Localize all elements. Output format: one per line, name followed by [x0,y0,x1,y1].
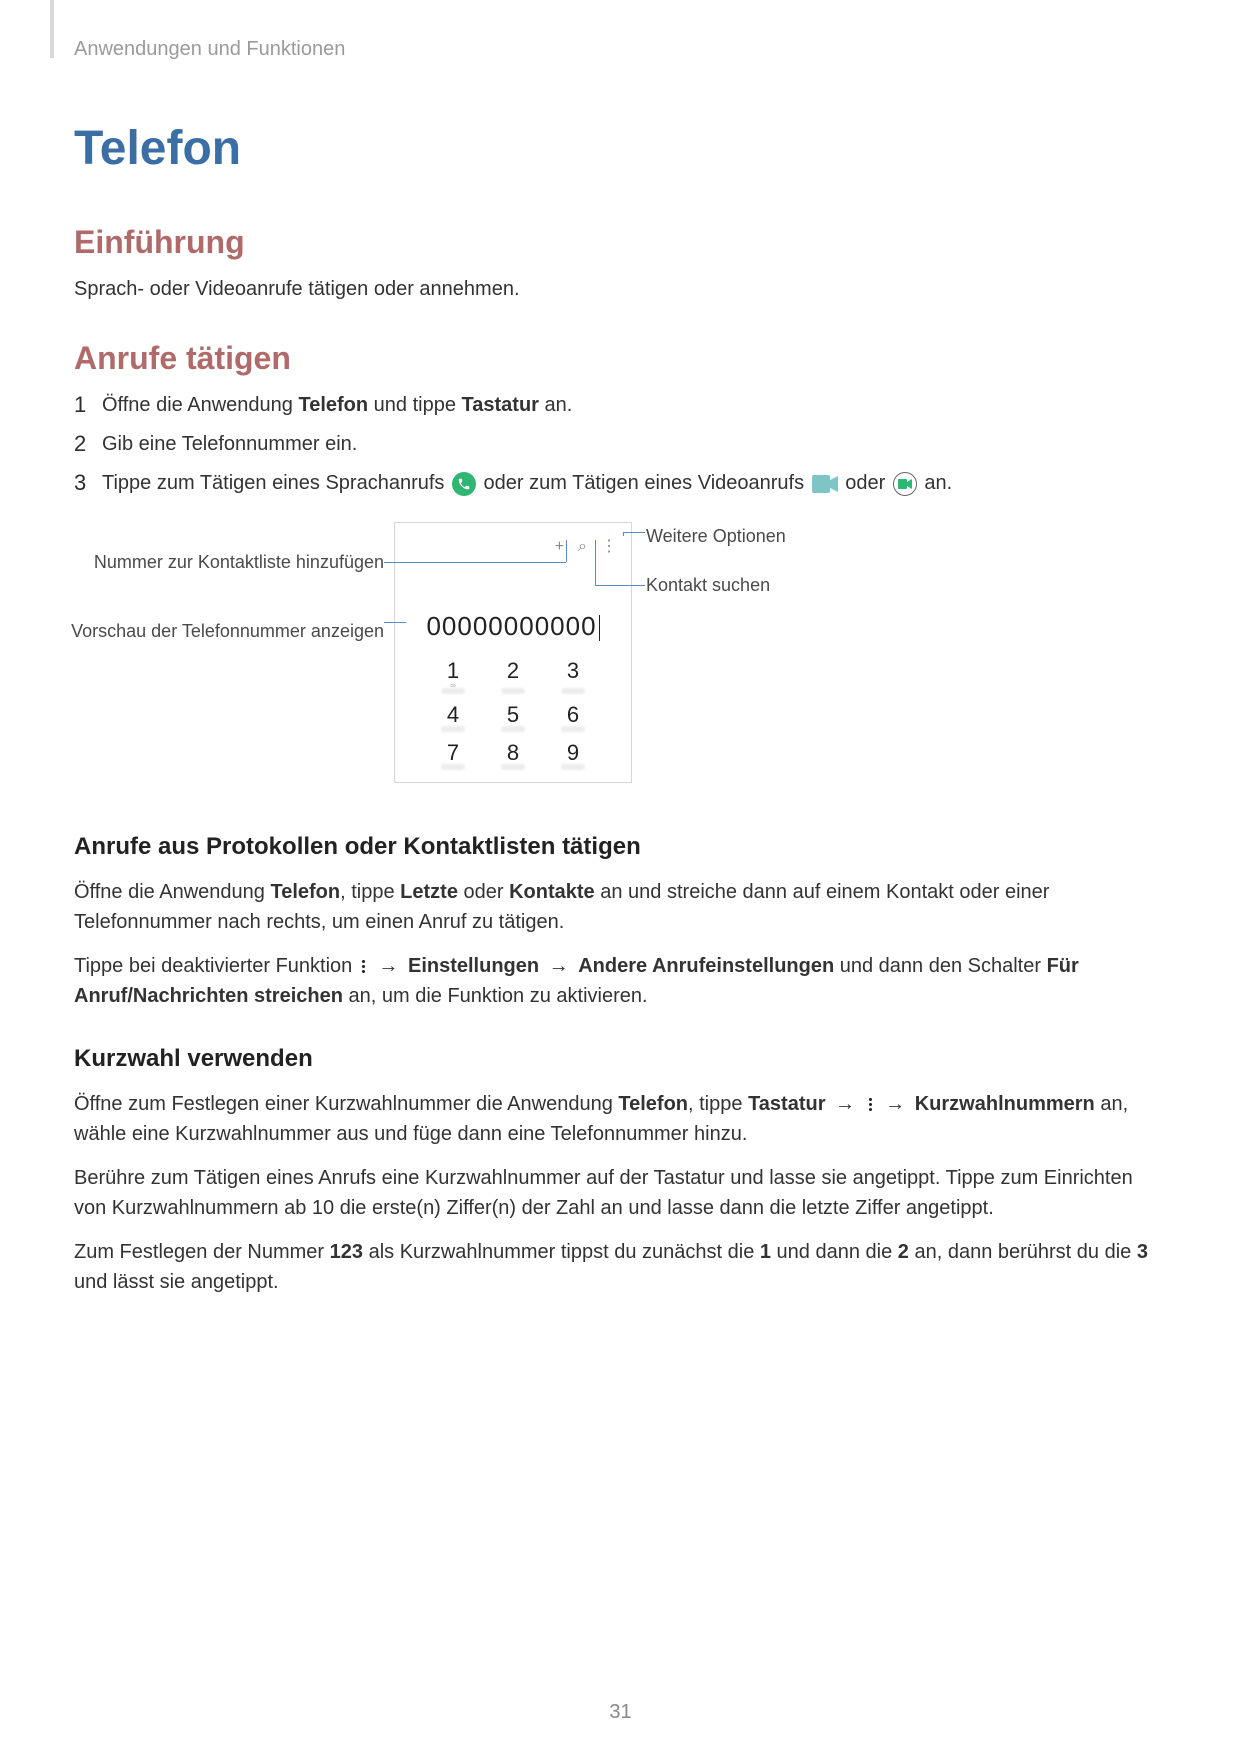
key-5[interactable]: 5 [483,702,543,728]
bold-text: 123 [330,1241,363,1263]
bold-text: Tastatur [748,1093,825,1115]
video-icon [812,475,838,493]
figure-dialer: Nummer zur Kontaktliste hinzufügen Vorsc… [74,522,1167,783]
plus-icon[interactable]: + [555,539,564,555]
bold-text: Telefon [618,1093,688,1115]
key-1[interactable]: 1∞ [423,658,483,690]
bold-text: Tastatur [462,394,539,416]
text: als Kurzwahlnummer tippst du zunächst di… [363,1241,760,1263]
text: an, dann berührst du die [909,1241,1137,1263]
arrow: → [885,1093,905,1115]
steps-list: 1 Öffne die Anwendung Telefon und tippe … [74,391,1167,498]
section-heading-calls: Anrufe tätigen [74,340,1167,377]
connector [595,585,645,586]
video-outline-icon [893,472,917,496]
text: an, um die Funktion zu aktivieren. [343,985,648,1007]
callout-search-contact: Kontakt suchen [646,575,786,596]
side-rule [50,0,54,58]
connector [623,532,645,533]
more-icon[interactable]: ⋮ [601,539,617,555]
key-label: 1 [447,658,459,683]
text: Öffne die Anwendung [74,881,270,903]
text: an. [924,472,952,494]
step-number: 1 [74,391,102,420]
subsection-heading-logs: Anrufe aus Protokollen oder Kontaktliste… [74,833,1167,861]
connector [384,622,406,623]
para: Öffne die Anwendung Telefon, tippe Letzt… [74,877,1167,937]
bold-text: Telefon [270,881,340,903]
text: Öffne die Anwendung [102,394,298,416]
text: Tippe zum Tätigen eines Sprachanrufs [102,472,450,494]
para: Öffne zum Festlegen einer Kurzwahlnummer… [74,1089,1167,1149]
text: und dann den Schalter [834,955,1046,977]
step-text: Tippe zum Tätigen eines Sprachanrufs ode… [102,469,952,498]
arrow: → [549,955,569,977]
step-1: 1 Öffne die Anwendung Telefon und tippe … [74,391,1167,420]
para: Berühre zum Tätigen eines Anrufs eine Ku… [74,1163,1167,1223]
keypad: 1∞ 2 3 4 5 6 7 8 9 [395,658,631,766]
bold-text: Andere Anrufeinstellungen [578,955,834,977]
text: Tippe bei deaktivierter Funktion [74,955,358,977]
para: Zum Festlegen der Nummer 123 als Kurzwah… [74,1237,1167,1297]
callout-add-contact: Nummer zur Kontaktliste hinzufügen [94,552,384,573]
more-icon [360,960,367,973]
text: und lässt sie angetippt. [74,1271,279,1293]
step-number: 3 [74,469,102,498]
step-text: Öffne die Anwendung Telefon und tippe Ta… [102,391,572,420]
page-title: Telefon [74,121,1167,176]
call-icon [452,472,476,496]
section-heading-intro: Einführung [74,224,1167,261]
key-6[interactable]: 6 [543,702,603,728]
text: Öffne zum Festlegen einer Kurzwahlnummer… [74,1093,618,1115]
bold-text: 1 [760,1241,771,1263]
arrow: → [835,1093,855,1115]
bold-text: Letzte [400,881,458,903]
arrow: → [378,955,398,977]
running-head: Anwendungen und Funktionen [74,38,1167,61]
step-2: 2 Gib eine Telefonnummer ein. [74,430,1167,459]
callout-preview-number: Vorschau der Telefonnummer anzeigen [71,621,384,642]
key-9[interactable]: 9 [543,740,603,766]
text: und dann die [771,1241,898,1263]
text: oder [845,472,891,494]
text: oder [458,881,509,903]
key-4[interactable]: 4 [423,702,483,728]
search-icon[interactable]: ⌕ [578,539,587,555]
text: , tippe [688,1093,748,1115]
bold-text: Kurzwahlnummern [915,1093,1095,1115]
connector [384,562,566,563]
key-7[interactable]: 7 [423,740,483,766]
text: Zum Festlegen der Nummer [74,1241,330,1263]
para: Tippe bei deaktivierter Funktion → Einst… [74,951,1167,1011]
more-icon [867,1098,874,1111]
key-3[interactable]: 3 [543,658,603,690]
text: oder zum Tätigen eines Videoanrufs [484,472,810,494]
text: , tippe [340,881,400,903]
bold-text: 3 [1137,1241,1148,1263]
bold-text: 2 [898,1241,909,1263]
bold-text: Einstellungen [408,955,539,977]
key-8[interactable]: 8 [483,740,543,766]
bold-text: Telefon [298,394,368,416]
subsection-heading-speeddial: Kurzwahl verwenden [74,1045,1167,1073]
step-number: 2 [74,430,102,459]
text: und tippe [368,394,461,416]
dialed-number: 00000000000 [395,611,631,642]
step-text: Gib eine Telefonnummer ein. [102,430,357,459]
intro-body: Sprach- oder Videoanrufe tätigen oder an… [74,275,1167,304]
page-number: 31 [0,1701,1241,1724]
step-3: 3 Tippe zum Tätigen eines Sprachanrufs o… [74,469,1167,498]
connector [595,540,596,585]
callout-more-options: Weitere Optionen [646,526,786,547]
bold-text: Kontakte [509,881,595,903]
text: an. [539,394,572,416]
key-2[interactable]: 2 [483,658,543,690]
connector [566,540,567,562]
